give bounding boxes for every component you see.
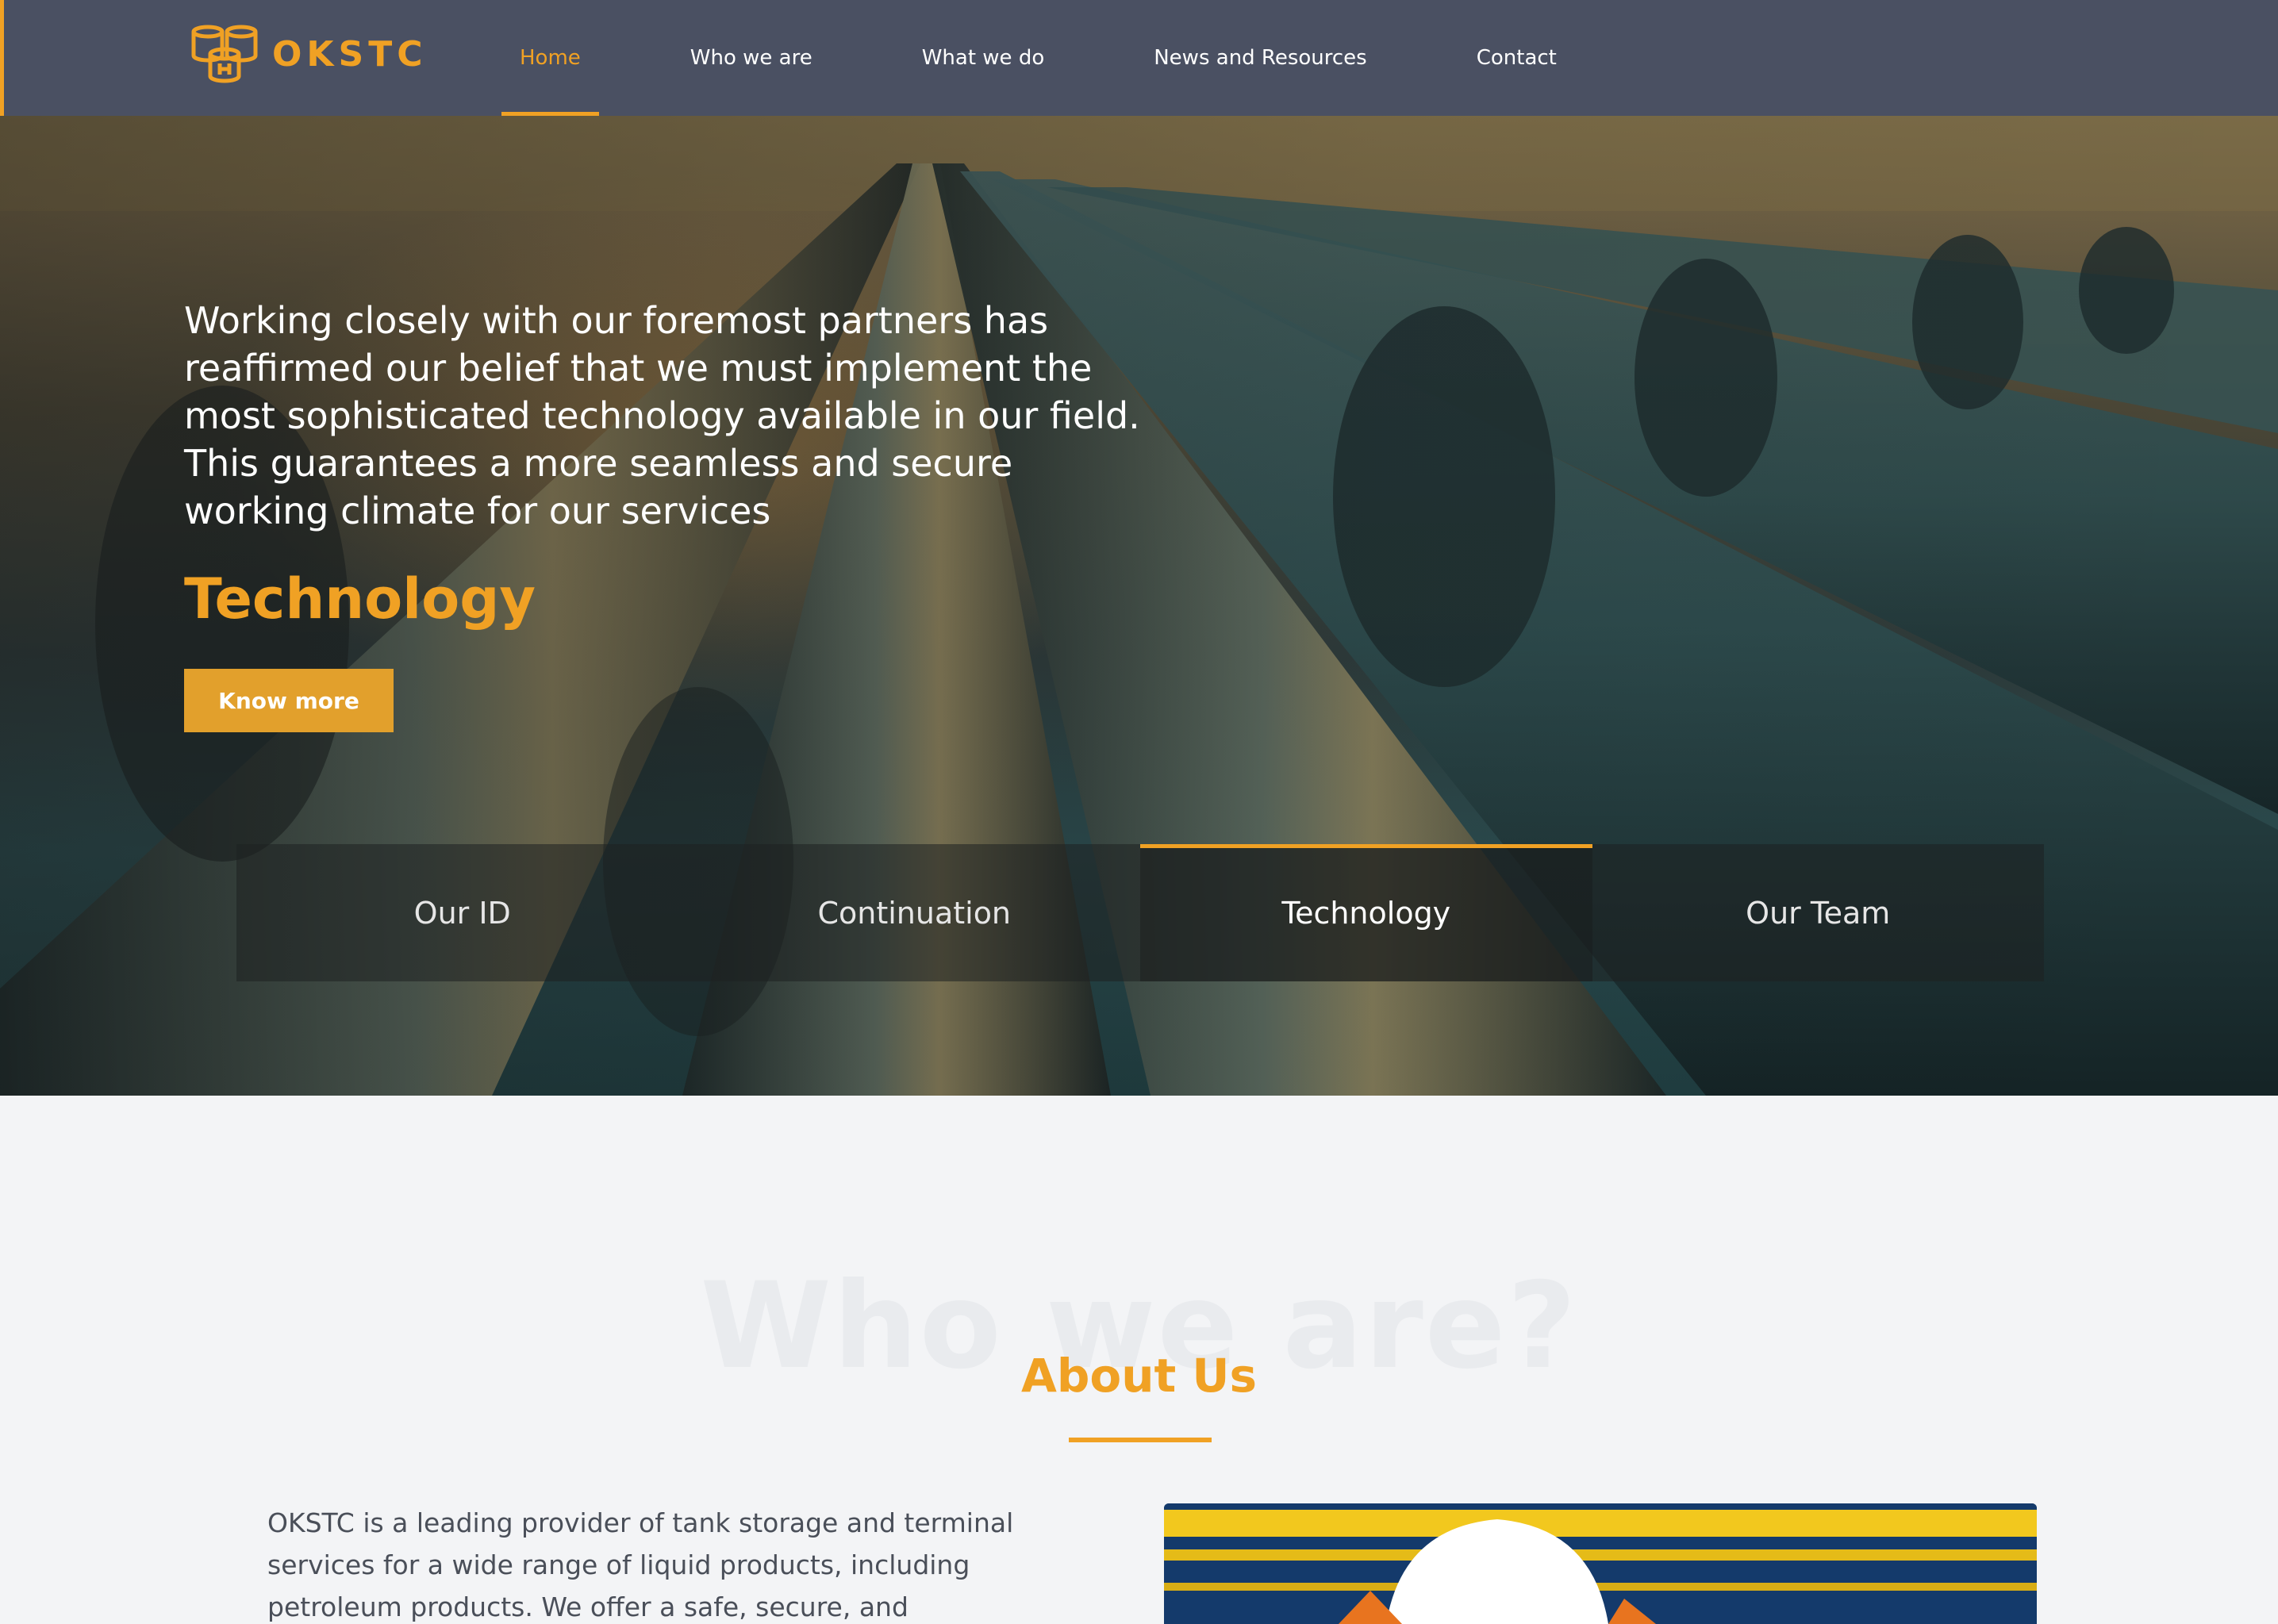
tab-continuation[interactable]: Continuation xyxy=(689,844,1141,981)
nav-what-we-do[interactable]: What we do xyxy=(904,0,1063,116)
nav-who-we-are[interactable]: Who we are xyxy=(672,0,831,116)
logo[interactable]: OKSTC xyxy=(188,22,428,86)
tab-our-id[interactable]: Our ID xyxy=(236,844,689,981)
about-title: About Us xyxy=(1020,1349,1258,1403)
worker-photo-illustration xyxy=(1164,1503,2037,1624)
oil-barrels-icon xyxy=(191,25,258,83)
tab-technology[interactable]: Technology xyxy=(1140,844,1592,981)
worker-photo xyxy=(1164,1503,2037,1624)
hero-title: Technology xyxy=(184,566,536,632)
main-nav: Home Who we are What we do News and Reso… xyxy=(501,0,1648,116)
nav-news-and-resources[interactable]: News and Resources xyxy=(1135,0,1385,116)
site-header: OKSTC Home Who we are What we do News an… xyxy=(0,0,2278,116)
about-description: OKSTC is a leading provider of tank stor… xyxy=(267,1507,1014,1622)
about-title-underline xyxy=(1069,1438,1212,1442)
nav-contact[interactable]: Contact xyxy=(1458,0,1575,116)
hero-tabs: Our ID Continuation Technology Our Team xyxy=(236,844,2044,981)
know-more-button[interactable]: Know more xyxy=(184,669,394,732)
hero-section: Working closely with our foremost partne… xyxy=(0,116,2278,1096)
hero-description: Working closely with our foremost partne… xyxy=(184,299,1140,532)
nav-home[interactable]: Home xyxy=(501,0,599,116)
tab-our-team[interactable]: Our Team xyxy=(1592,844,2045,981)
logo-text: OKSTC xyxy=(272,33,428,75)
